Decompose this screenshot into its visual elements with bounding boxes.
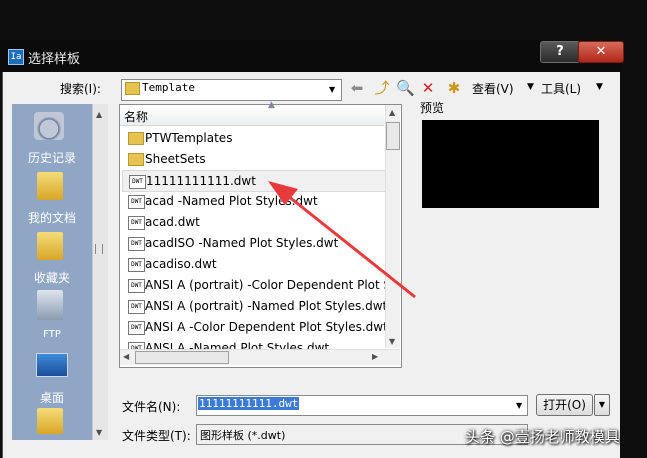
filetype-label: 文件类型(T): (122, 429, 191, 443)
chevron-down-icon[interactable]: ▼ (516, 401, 522, 410)
filename-value[interactable]: 11111111111.dwt (198, 397, 300, 410)
watermark-text: 头条 @壹扬老师教模具 (465, 428, 620, 446)
annotation-arrow (268, 181, 416, 299)
open-button[interactable]: 打开(O) (536, 394, 593, 416)
preview-pane (422, 120, 599, 208)
open-options-chevron-icon[interactable]: ▼ (594, 394, 610, 416)
preview-label: 预览 (420, 101, 445, 115)
filename-label: 文件名(N): (122, 400, 181, 414)
filetype-value: 图形样板 (*.dwt) (200, 429, 286, 442)
